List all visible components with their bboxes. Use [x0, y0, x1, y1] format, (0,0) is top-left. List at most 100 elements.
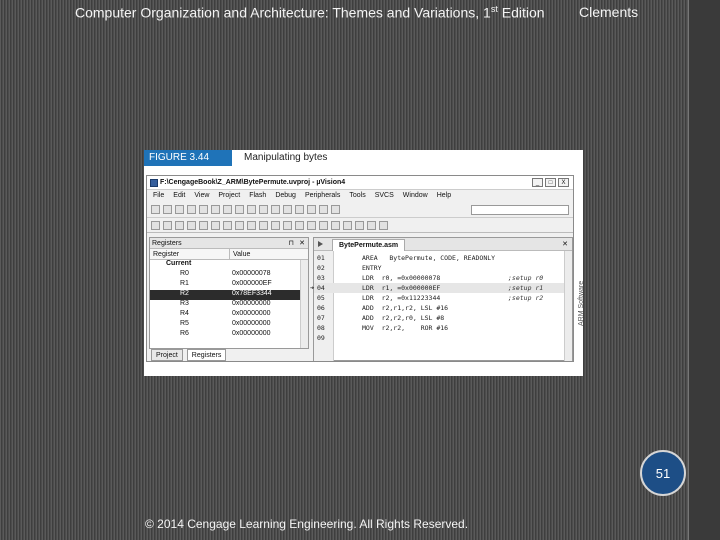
code-comment: ;setup r2 [508, 294, 544, 302]
header-title-tail: Edition [497, 4, 545, 21]
step-into-icon[interactable] [187, 221, 196, 230]
menu-file[interactable]: File [153, 192, 164, 202]
ide-window-title: F:\CengageBook\Z_ARM\BytePermute.uvproj … [160, 179, 346, 186]
menu-peripherals[interactable]: Peripherals [305, 192, 340, 202]
register-row[interactable]: R6 0x00000000 [150, 330, 308, 340]
tab-project[interactable]: Project [151, 349, 183, 361]
step-out-icon[interactable] [211, 221, 220, 230]
registers-window-icon[interactable] [283, 221, 292, 230]
ide-titlebar: F:\CengageBook\Z_ARM\BytePermute.uvproj … [147, 176, 573, 190]
register-row[interactable]: R1 0x000000EF [150, 280, 308, 290]
memory-window-icon[interactable] [319, 221, 328, 230]
figure-caption: FIGURE 3.44 Manipulating bytes [144, 150, 583, 168]
code-text: LDR r0, =0x00000078 [362, 274, 441, 282]
code-line[interactable]: 07 ADD r2,r2,r0, LSL #8 [314, 313, 572, 323]
save-all-icon[interactable] [187, 205, 196, 214]
call-stack-icon[interactable] [295, 221, 304, 230]
redo-icon[interactable] [247, 205, 256, 214]
register-row[interactable]: R0 0x00000078 [150, 270, 308, 280]
toolbox-icon[interactable] [379, 221, 388, 230]
menu-debug[interactable]: Debug [275, 192, 296, 202]
register-row[interactable]: R3 0x00000000 [150, 300, 308, 310]
save-icon[interactable] [175, 205, 184, 214]
outdent-icon[interactable] [307, 205, 316, 214]
line-number: 02 [317, 264, 325, 272]
show-next-statement-icon[interactable] [235, 221, 244, 230]
menu-flash[interactable]: Flash [249, 192, 266, 202]
indent-icon[interactable] [295, 205, 304, 214]
code-text: AREA BytePermute, CODE, READONLY [362, 254, 496, 262]
cut-icon[interactable] [199, 205, 208, 214]
tab-scroll-arrow-icon[interactable] [318, 241, 323, 247]
trace-window-icon[interactable] [355, 221, 364, 230]
close-pane-icon[interactable]: ✕ [299, 239, 305, 247]
copy-icon[interactable] [211, 205, 220, 214]
code-line[interactable]: 06 ADD r2,r1,r2, LSL #16 [314, 303, 572, 313]
code-line[interactable]: 01 AREA BytePermute, CODE, READONLY [314, 253, 572, 263]
symbols-window-icon[interactable] [271, 221, 280, 230]
line-number: 07 [317, 314, 325, 322]
pin-icon[interactable]: ⊓ [289, 239, 294, 247]
code-line[interactable]: 02 ENTRY [314, 263, 572, 273]
stop-icon[interactable] [175, 221, 184, 230]
menu-svcs[interactable]: SVCS [375, 192, 394, 202]
register-name: R1 [180, 280, 189, 287]
disassembly-window-icon[interactable] [259, 221, 268, 230]
uvision-app-icon [150, 179, 158, 187]
code-editor: BytePermute.asm ✕ 01 AREA BytePermute, C… [310, 237, 573, 361]
right-side-panel [688, 0, 720, 540]
column-value[interactable]: Value [230, 249, 250, 259]
code-line[interactable]: 09 [314, 333, 572, 343]
tab-byte-permute-asm[interactable]: BytePermute.asm [332, 239, 406, 251]
code-comment: ;setup r1 [508, 284, 544, 292]
editor-scrollbar[interactable] [564, 251, 572, 361]
maximize-button[interactable]: □ [545, 178, 556, 187]
register-group-current[interactable]: Current [150, 260, 308, 270]
register-name: R2 [180, 290, 189, 297]
comment-icon[interactable] [319, 205, 328, 214]
close-button[interactable]: X [558, 178, 569, 187]
find-combo-input[interactable] [471, 205, 569, 215]
step-over-icon[interactable] [199, 221, 208, 230]
menu-view[interactable]: View [194, 192, 209, 202]
new-file-icon[interactable] [151, 205, 160, 214]
undo-icon[interactable] [235, 205, 244, 214]
system-viewer-icon[interactable] [367, 221, 376, 230]
watch-window-icon[interactable] [307, 221, 316, 230]
register-row-selected[interactable]: R2 0x78EF3344 [150, 290, 308, 300]
menu-project[interactable]: Project [218, 192, 240, 202]
serial-window-icon[interactable] [331, 221, 340, 230]
bookmark-icon[interactable] [283, 205, 292, 214]
run-to-cursor-icon[interactable] [223, 221, 232, 230]
code-line[interactable]: 08 MOV r2,r2, ROR #16 [314, 323, 572, 333]
reset-icon[interactable] [151, 221, 160, 230]
run-icon[interactable] [163, 221, 172, 230]
command-window-icon[interactable] [247, 221, 256, 230]
find-icon[interactable] [331, 205, 340, 214]
minimize-button[interactable]: _ [532, 178, 543, 187]
open-file-icon[interactable] [163, 205, 172, 214]
close-tab-icon[interactable]: ✕ [562, 240, 568, 248]
menu-tools[interactable]: Tools [349, 192, 365, 202]
forward-icon[interactable] [271, 205, 280, 214]
code-text: MOV r2,r2, ROR #16 [362, 324, 449, 332]
code-line-current[interactable]: ➔ 04 LDR r1, =0x000000EF ;setup r1 [310, 283, 572, 293]
menu-edit[interactable]: Edit [173, 192, 185, 202]
tab-registers[interactable]: Registers [186, 349, 227, 361]
code-line[interactable]: 03 LDR r0, =0x00000078 ;setup r0 [314, 273, 572, 283]
line-number: 08 [317, 324, 325, 332]
column-register[interactable]: Register [150, 249, 230, 259]
register-row[interactable]: R4 0x00000000 [150, 310, 308, 320]
paste-icon[interactable] [223, 205, 232, 214]
back-icon[interactable] [259, 205, 268, 214]
register-row[interactable]: R5 0x00000000 [150, 320, 308, 330]
register-value: 0x00000000 [232, 330, 271, 337]
code-line[interactable]: 05 LDR r2, =0x11223344 ;setup r2 [314, 293, 572, 303]
menu-help[interactable]: Help [437, 192, 451, 202]
registers-scrollbar[interactable] [300, 260, 308, 348]
pane-tabs: Project Registers [149, 349, 309, 361]
analysis-window-icon[interactable] [343, 221, 352, 230]
menu-bar: File Edit View Project Flash Debug Perip… [147, 190, 573, 202]
line-number: 09 [317, 334, 325, 342]
menu-window[interactable]: Window [403, 192, 428, 202]
